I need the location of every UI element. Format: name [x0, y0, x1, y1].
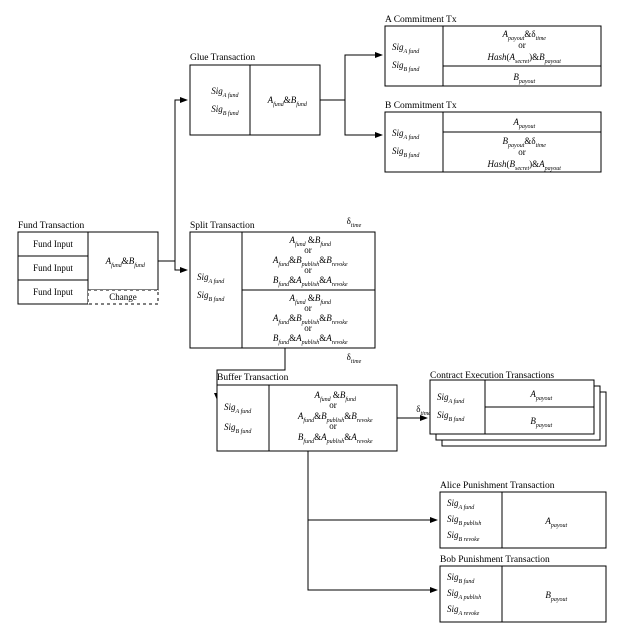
arrowhead-icon: [180, 267, 188, 273]
arrowhead-icon: [430, 587, 438, 593]
or4: or: [304, 323, 312, 333]
delta-time-1: δtime: [335, 216, 368, 229]
b-commit-or: or: [518, 147, 526, 157]
bob-pun-title: Bob Punishment Transaction: [440, 555, 550, 565]
or5: or: [329, 400, 337, 410]
or6: or: [329, 421, 337, 431]
fund-title: Fund Transaction: [18, 221, 84, 231]
a-commit-title: A Commitment Tx: [385, 15, 457, 25]
arrowhead-icon: [430, 517, 438, 523]
glue-title: Glue Transaction: [190, 53, 255, 63]
a-commit-or: or: [518, 40, 526, 50]
b-commit-title: B Commitment Tx: [385, 101, 457, 111]
or1: or: [304, 245, 312, 255]
arrowhead-icon: [375, 52, 383, 58]
fund-input-2: Fund Input: [33, 263, 73, 273]
arrowhead-icon: [180, 97, 188, 103]
fund-input-1: Fund Input: [33, 239, 73, 249]
change-label: Change: [109, 292, 137, 302]
fund-input-3: Fund Input: [33, 287, 73, 297]
delta-time-2: δtime: [335, 352, 368, 365]
arrowhead-icon: [375, 132, 383, 138]
split-title: Split Transaction: [190, 221, 255, 231]
alice-pun-title: Alice Punishment Transaction: [440, 481, 555, 491]
or2: or: [304, 265, 312, 275]
buffer-title: Buffer Transaction: [217, 372, 289, 383]
or3: or: [304, 303, 312, 313]
